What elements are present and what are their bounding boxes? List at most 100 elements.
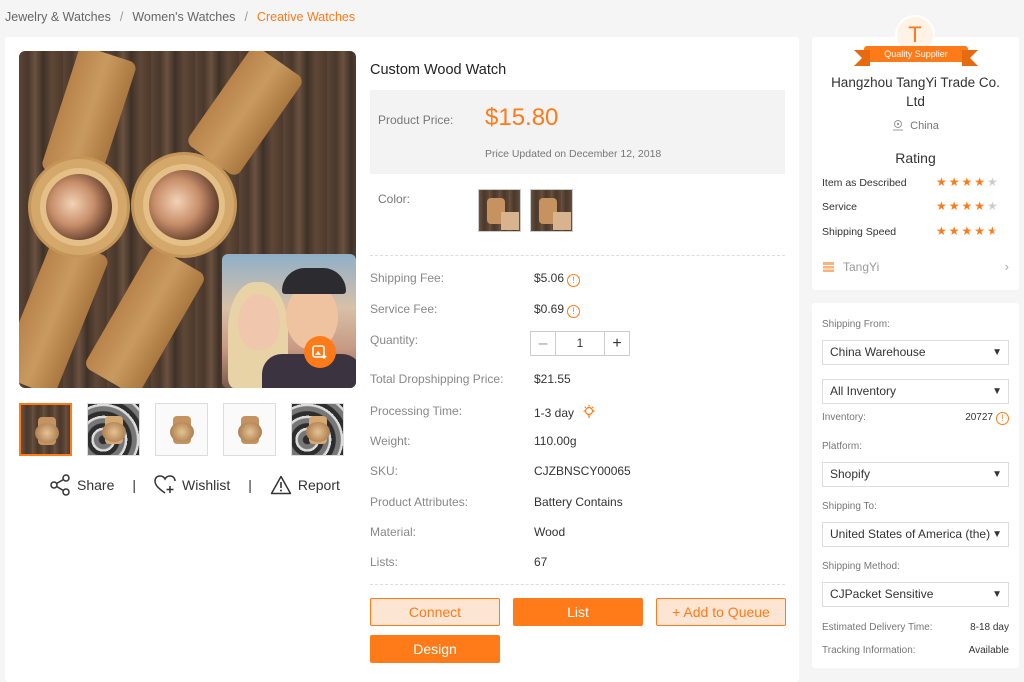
breadcrumb-separator: / xyxy=(244,10,248,24)
thumbnail-1[interactable] xyxy=(19,403,72,456)
product-main-image[interactable] xyxy=(19,51,356,388)
spec-value: Battery Contains xyxy=(534,495,623,509)
connect-button[interactable]: Connect xyxy=(370,598,500,626)
rating-service: Service ★★★★★ xyxy=(822,199,1009,213)
select-value: All Inventory xyxy=(830,384,897,398)
quality-supplier-badge: Quality Supplier xyxy=(854,46,978,66)
report-button[interactable]: Report xyxy=(270,475,340,495)
select-value: United States of America (the) xyxy=(830,527,991,541)
design-button[interactable]: Design xyxy=(370,635,500,663)
store-icon xyxy=(823,262,834,272)
spec-label: SKU: xyxy=(370,464,399,478)
thumbnail-4[interactable] xyxy=(223,403,276,456)
heart-plus-icon xyxy=(154,475,176,494)
quantity-input[interactable]: 1 xyxy=(556,332,604,355)
rating-label: Item as Described xyxy=(822,177,907,189)
rating-title: Rating xyxy=(895,150,936,166)
lightbulb-icon[interactable] xyxy=(581,404,597,420)
rating-label: Service xyxy=(822,201,858,213)
quantity-stepper: – 1 + xyxy=(530,331,630,356)
thumbnail-strip xyxy=(19,403,344,456)
divider: | xyxy=(248,477,252,493)
upload-photo-icon[interactable] xyxy=(304,336,336,368)
spec-value: 1-3 day xyxy=(534,406,575,420)
shipping-method-select[interactable]: CJPacket Sensitive ▼ xyxy=(822,582,1009,607)
warning-icon xyxy=(270,475,292,495)
color-label: Color: xyxy=(378,192,411,206)
delivery-value: 8-18 day xyxy=(970,622,1009,633)
product-actions: Share | Wishlist | Report xyxy=(49,474,340,496)
spec-value: CJZBNSCY00065 xyxy=(534,464,631,478)
inventory-value: 20727 xyxy=(965,412,993,423)
info-icon[interactable]: ! xyxy=(567,274,581,287)
spec-label: Service Fee: xyxy=(370,302,438,316)
shipping-from-label: Shipping From: xyxy=(822,319,890,330)
store-name: TangYi xyxy=(843,259,880,274)
chevron-down-icon: ▼ xyxy=(992,386,1002,397)
quantity-increase-button[interactable]: + xyxy=(604,332,629,355)
shipping-to-select[interactable]: United States of America (the) ▼ xyxy=(822,522,1009,547)
spec-label: Product Attributes: xyxy=(370,495,469,509)
supplier-location-text: China xyxy=(910,120,939,132)
price-updated-date: Price Updated on December 12, 2018 xyxy=(485,148,662,160)
spec-label: Shipping Fee: xyxy=(370,271,445,285)
chevron-down-icon: ▼ xyxy=(992,529,1002,540)
add-to-queue-button[interactable]: + Add to Queue xyxy=(656,598,786,626)
color-swatch-2[interactable] xyxy=(530,189,573,232)
section-divider xyxy=(370,584,785,585)
thumbnail-5[interactable] xyxy=(291,403,344,456)
supplier-location: China xyxy=(812,119,1019,132)
spec-label: Lists: xyxy=(370,555,399,569)
rating-label: Shipping Speed xyxy=(822,226,897,238)
wishlist-label: Wishlist xyxy=(182,477,231,493)
tracking-label: Tracking Information: xyxy=(822,645,916,656)
inventory-select[interactable]: All Inventory ▼ xyxy=(822,379,1009,404)
spec-value: Wood xyxy=(534,525,566,539)
shipping-card: Shipping From: China Warehouse ▼ All Inve… xyxy=(812,303,1019,668)
delivery-time-row: Estimated Delivery Time: 8-18 day xyxy=(822,622,1009,633)
price-box: Product Price: $15.80 Price Updated on D… xyxy=(370,90,785,174)
product-title: Custom Wood Watch xyxy=(370,62,507,78)
inventory-row: Inventory: 20727! xyxy=(822,412,1009,425)
spec-label: Material: xyxy=(370,525,417,539)
thumbnail-2[interactable] xyxy=(87,403,140,456)
thumbnail-3[interactable] xyxy=(155,403,208,456)
section-divider xyxy=(370,255,785,256)
breadcrumb: Jewelry & Watches / Women's Watches / Creati… xyxy=(5,10,355,24)
list-button[interactable]: List xyxy=(513,598,643,626)
price-label: Product Price: xyxy=(378,113,454,127)
spec-value: $21.55 xyxy=(534,372,571,386)
quantity-decrease-button[interactable]: – xyxy=(531,332,556,355)
color-swatch-1[interactable] xyxy=(478,189,521,232)
rating-item-described: Item as Described ★★★★★ xyxy=(822,175,1009,189)
platform-label: Platform: xyxy=(822,441,863,452)
location-pin-icon xyxy=(893,120,904,131)
delivery-label: Estimated Delivery Time: xyxy=(822,622,933,633)
supplier-card: T Quality Supplier Hangzhou TangYi Trade… xyxy=(812,15,1019,290)
wishlist-button[interactable]: Wishlist xyxy=(154,475,230,495)
inventory-label: Inventory: xyxy=(822,412,866,423)
spec-value: $0.69 xyxy=(534,302,565,316)
report-label: Report xyxy=(297,477,340,493)
breadcrumb-womens-watches[interactable]: Women's Watches xyxy=(132,10,235,24)
supplier-store-link[interactable]: TangYi › xyxy=(822,259,1009,274)
spec-label: Total Dropshipping Price: xyxy=(370,372,504,386)
share-button[interactable]: Share xyxy=(49,474,114,496)
chevron-down-icon: ▼ xyxy=(992,469,1002,480)
share-icon xyxy=(50,474,70,496)
supplier-name[interactable]: Hangzhou TangYi Trade Co. Ltd xyxy=(822,73,1009,111)
select-value: Shopify xyxy=(830,467,871,481)
spec-label: Weight: xyxy=(370,434,411,448)
product-price: $15.80 xyxy=(485,104,559,131)
spec-label: Quantity: xyxy=(370,333,419,347)
chevron-down-icon: ▼ xyxy=(992,347,1002,358)
spec-value: $5.06 xyxy=(534,271,565,285)
star-rating: ★★★★★ xyxy=(936,224,1000,238)
info-icon[interactable]: ! xyxy=(567,305,581,318)
info-icon[interactable]: ! xyxy=(996,412,1009,425)
star-rating: ★★★★★ xyxy=(936,175,1000,189)
platform-select[interactable]: Shopify ▼ xyxy=(822,462,1009,487)
breadcrumb-separator: / xyxy=(119,10,124,24)
shipping-from-select[interactable]: China Warehouse ▼ xyxy=(822,340,1009,365)
breadcrumb-jewelry-watches[interactable]: Jewelry & Watches xyxy=(5,10,111,24)
